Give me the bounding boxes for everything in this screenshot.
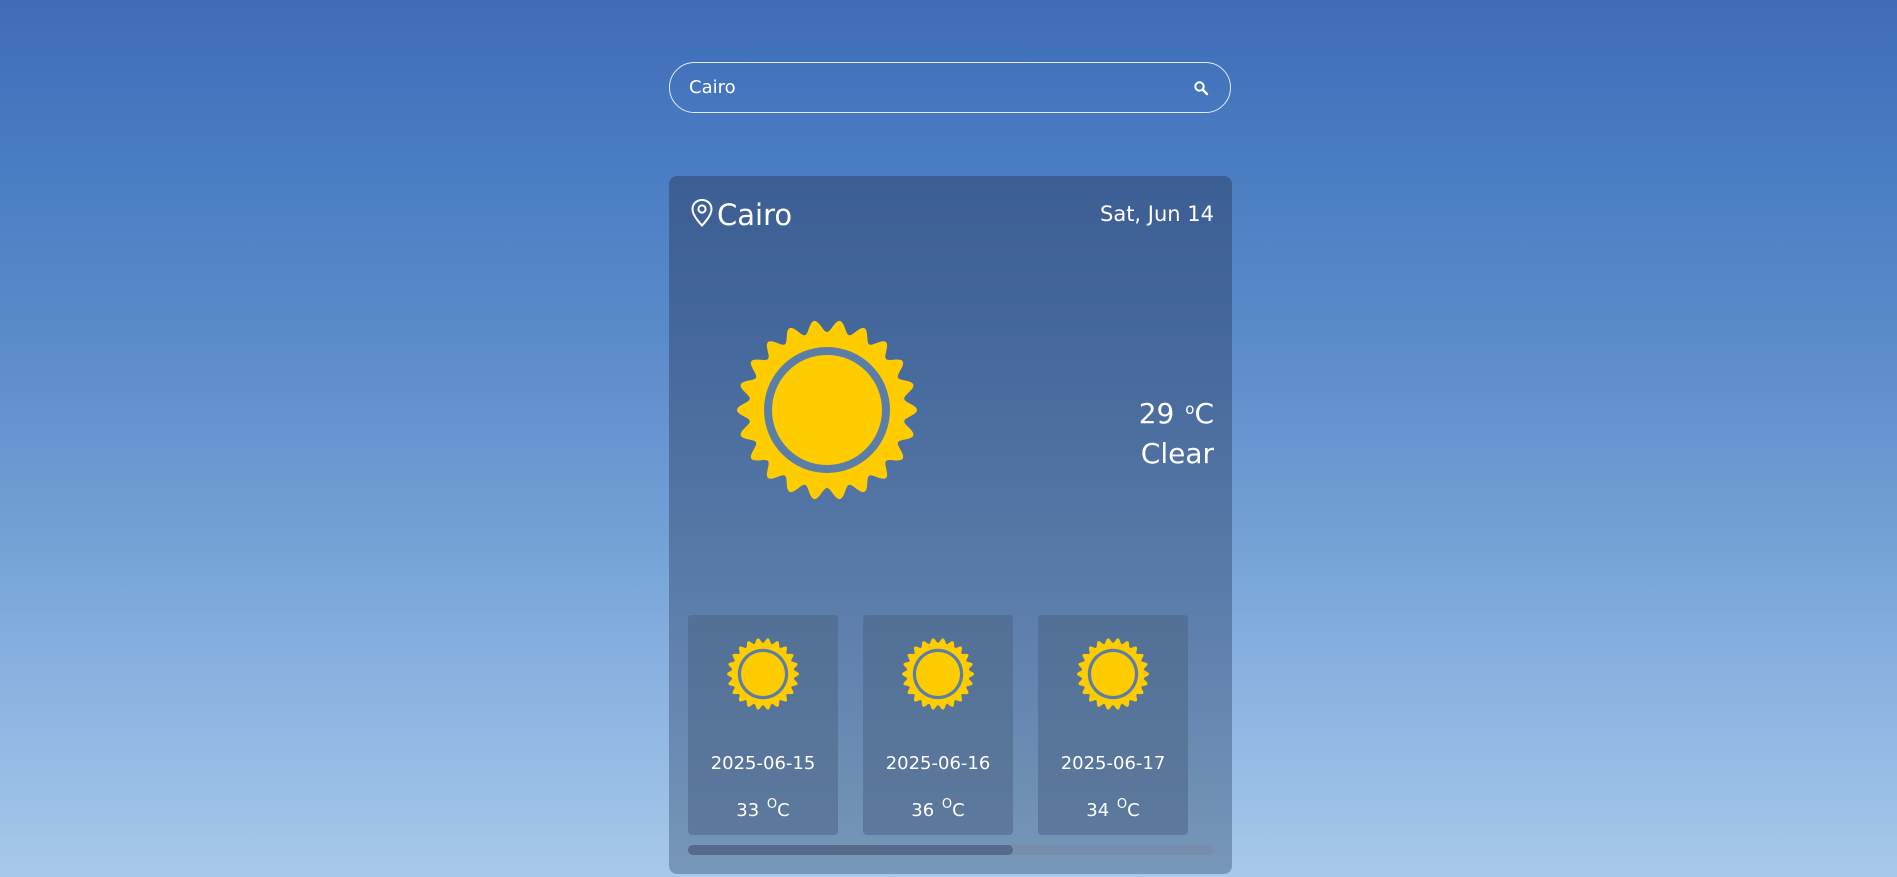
search-input[interactable]	[689, 77, 1190, 98]
horizontal-scrollbar[interactable]	[688, 845, 1213, 855]
location-header: Cairo	[689, 198, 792, 232]
forecast-date: 2025-06-16	[885, 753, 991, 774]
sun-icon	[727, 638, 799, 710]
forecast-temperature: 33 OC	[736, 797, 790, 821]
forecast-date: 2025-06-17	[1060, 753, 1166, 774]
forecast-card: 2025-06-17 34 OC	[1038, 615, 1188, 835]
search-icon[interactable]	[1190, 77, 1212, 99]
forecast-temperature: 36 OC	[911, 797, 965, 821]
current-conditions: 29 oC Clear	[1139, 389, 1214, 474]
search-bar	[669, 62, 1231, 113]
forecast-card: 2025-06-16 36 OC	[863, 615, 1013, 835]
map-pin-icon	[689, 198, 715, 232]
forecast-date: 2025-06-15	[710, 753, 816, 774]
current-date: Sat, Jun 14	[1100, 202, 1214, 226]
weather-condition: Clear	[1140, 437, 1214, 470]
city-name: Cairo	[717, 197, 793, 232]
sun-icon	[737, 320, 917, 500]
weather-card: Cairo Sat, Jun 14 29 oC Clear 2025-06-15…	[669, 176, 1232, 874]
sun-icon	[1077, 638, 1149, 710]
forecast-temperature: 34 OC	[1086, 797, 1140, 821]
sun-icon	[902, 638, 974, 710]
forecast-list: 2025-06-15 33 OC 2025-06-16 36 OC 2025-0…	[688, 615, 1194, 835]
current-temperature: 29 oC	[1138, 397, 1214, 430]
forecast-card: 2025-06-15 33 OC	[688, 615, 838, 835]
scrollbar-thumb[interactable]	[688, 845, 1013, 855]
